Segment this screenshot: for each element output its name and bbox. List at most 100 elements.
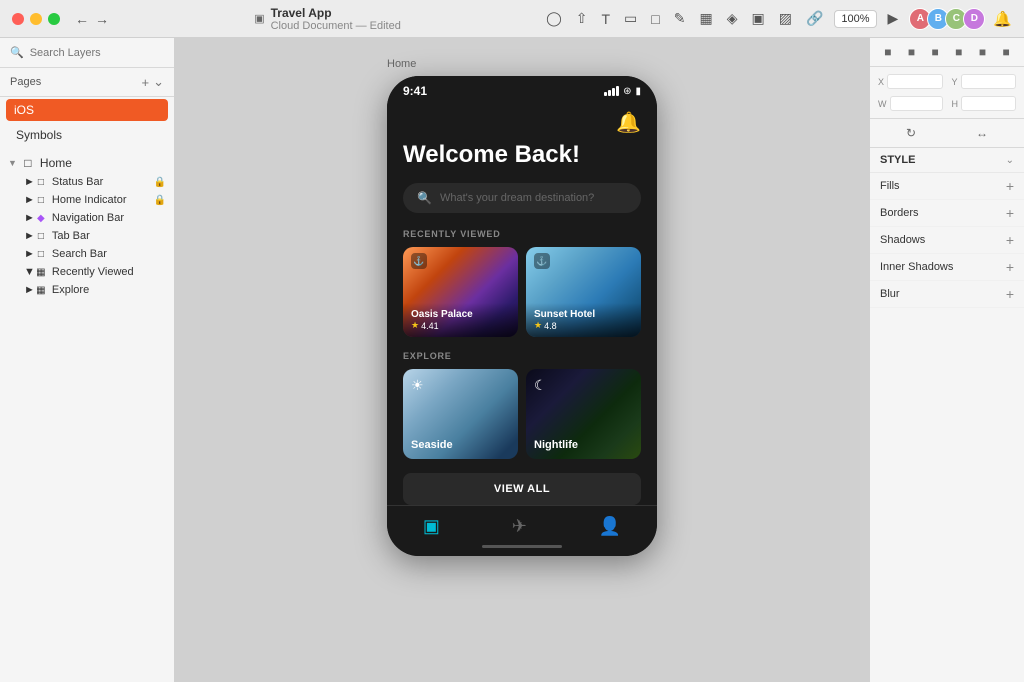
coord-w: W — [874, 93, 947, 114]
layer-tab-bar[interactable]: ► □ Tab Bar — [0, 227, 174, 245]
layer-home-indicator[interactable]: ► □ Home Indicator 🔒 — [0, 191, 174, 209]
layers-section: ▼ □ Home ► □ Status Bar 🔒 ► □ Home Indic… — [0, 147, 174, 682]
bookmark-icon-sunset: ⚓ — [534, 253, 550, 269]
more-tools: ↻ ↔ — [870, 119, 1024, 148]
shape-icon[interactable]: ◯ — [543, 7, 565, 30]
phone-search-icon: 🔍 — [417, 191, 432, 205]
doc-info: ▣ Travel App Cloud Document — Edited — [112, 6, 543, 32]
layout-icon[interactable]: ▦ — [696, 7, 715, 30]
recently-viewed-label: RECENTLY VIEWED — [403, 229, 641, 239]
search-layers-input[interactable] — [30, 47, 164, 59]
copy-icon[interactable]: ▣ — [748, 7, 767, 30]
phone-search-bar[interactable]: 🔍 What's your dream destination? — [403, 183, 641, 213]
play-icon[interactable]: ▶ — [885, 7, 902, 30]
maximize-button[interactable] — [48, 13, 60, 25]
pages-menu-icon[interactable]: ⌄ — [153, 74, 164, 90]
status-icons: ⊛ ▮ — [604, 86, 641, 97]
tab-flights[interactable]: ✈ — [512, 516, 527, 537]
coord-x-input[interactable] — [887, 74, 942, 89]
crop-icon[interactable]: ▭ — [621, 7, 640, 30]
nightlife-label: Nightlife — [534, 439, 578, 451]
explore-card-nightlife[interactable]: ☾ Nightlife — [526, 369, 641, 459]
link-icon[interactable]: 🔗 — [803, 7, 826, 30]
rotate-icon[interactable]: ↻ — [903, 123, 919, 143]
layer-explore[interactable]: ► ▦ Explore — [0, 281, 174, 299]
breadcrumb: Home — [387, 58, 416, 70]
bell-teal-icon[interactable]: 🔔 — [616, 110, 641, 135]
lock-icon-1: 🔒 — [154, 177, 166, 188]
shadows-add-icon[interactable]: + — [1006, 232, 1014, 248]
pages-header: Pages + ⌄ — [0, 68, 174, 97]
align-left-icon[interactable]: ■ — [881, 42, 894, 62]
align-center-icon[interactable]: ■ — [905, 42, 918, 62]
align-right-icon[interactable]: ■ — [929, 42, 942, 62]
coord-h: H — [948, 93, 1021, 114]
frame-icon[interactable]: □ — [648, 8, 662, 30]
tab-profile[interactable]: 👤 — [599, 516, 621, 537]
flip-icon[interactable]: ↔ — [973, 123, 991, 143]
avatar-group: A B C D — [909, 8, 985, 30]
fills-add-icon[interactable]: + — [1006, 178, 1014, 194]
layer-status-bar[interactable]: ► □ Status Bar 🔒 — [0, 173, 174, 191]
star-icon-sunset: ★ — [534, 320, 542, 331]
forward-icon[interactable]: → — [92, 8, 112, 30]
notification-icon[interactable]: 🔔 — [993, 10, 1012, 28]
explore-label: EXPLORE — [403, 351, 641, 361]
back-icon[interactable]: ← — [72, 8, 92, 30]
minimize-button[interactable] — [30, 13, 42, 25]
signal-bar-4 — [616, 86, 619, 96]
layer-search-bar[interactable]: ► □ Search Bar — [0, 245, 174, 263]
page-symbols[interactable]: Symbols — [6, 123, 168, 147]
doc-subtitle: Cloud Document — Edited — [271, 20, 401, 32]
text-icon[interactable]: T — [598, 8, 613, 30]
group-icon: ▦ — [35, 284, 47, 296]
card-oasis-palace[interactable]: ⚓ Oasis Palace ★ 4.41 — [403, 247, 518, 337]
view-all-button[interactable]: VIEW ALL — [403, 473, 641, 505]
coord-w-input[interactable] — [890, 96, 943, 111]
paste-icon[interactable]: ▨ — [776, 7, 795, 30]
diamond-icon-nav: ◆ — [35, 212, 47, 224]
card-sunset-hotel[interactable]: ⚓ Sunset Hotel ★ 4.8 — [526, 247, 641, 337]
blur-add-icon[interactable]: + — [1006, 286, 1014, 302]
inner-shadows-add-icon[interactable]: + — [1006, 259, 1014, 275]
home-tab-icon: ▣ — [423, 516, 440, 537]
tab-home[interactable]: ▣ — [423, 516, 440, 537]
coord-h-label: H — [952, 99, 959, 109]
align-bottom-icon[interactable]: ■ — [999, 42, 1012, 62]
coord-y-input[interactable] — [961, 74, 1016, 89]
welcome-heading: Welcome Back! — [403, 141, 641, 169]
lock-icon-2: 🔒 — [154, 195, 166, 206]
signal-bar-3 — [612, 88, 615, 96]
add-page-icon[interactable]: + — [142, 75, 150, 90]
coord-y-label: Y — [952, 77, 958, 87]
style-collapse-icon[interactable]: ⌄ — [1006, 155, 1014, 166]
align-middle-icon[interactable]: ■ — [976, 42, 989, 62]
zoom-control[interactable]: 100% — [834, 10, 876, 28]
inner-shadows-row: Inner Shadows + — [870, 254, 1024, 281]
profile-tab-icon: 👤 — [599, 516, 621, 537]
page-ios[interactable]: iOS — [6, 99, 168, 121]
close-button[interactable] — [12, 13, 24, 25]
layer-icon: □ — [35, 248, 47, 260]
bookmark-icon-oasis: ⚓ — [411, 253, 427, 269]
card-sunset-overlay: Sunset Hotel ★ 4.8 — [526, 303, 641, 337]
component-icon[interactable]: ◈ — [724, 7, 741, 30]
home-layer-label: Home — [40, 156, 72, 170]
explore-card-seaside[interactable]: ☀ Seaside — [403, 369, 518, 459]
fills-label: Fills — [880, 180, 900, 192]
fills-row: Fills + — [870, 173, 1024, 200]
coord-h-input[interactable] — [961, 96, 1016, 111]
layer-navigation-bar[interactable]: ► ◆ Navigation Bar — [0, 209, 174, 227]
phone-status-bar: 9:41 ⊛ ▮ — [387, 76, 657, 102]
align-top-icon[interactable]: ■ — [952, 42, 965, 62]
pen-icon[interactable]: ✎ — [671, 7, 689, 30]
layer-group-home[interactable]: ▼ □ Home — [0, 153, 174, 173]
chevron-down-icon: ▼ — [8, 158, 17, 168]
alignment-tools: ■ ■ ■ ■ ■ ■ — [870, 38, 1024, 67]
phone-app-content: 🔔 Welcome Back! 🔍 What's your dream dest… — [387, 102, 657, 505]
layer-recently-viewed[interactable]: ▼ ▦ Recently Viewed — [0, 263, 174, 281]
upload-icon[interactable]: ⇧ — [573, 7, 591, 30]
pages-label: Pages — [10, 76, 41, 88]
home-indicator — [387, 541, 657, 556]
borders-add-icon[interactable]: + — [1006, 205, 1014, 221]
